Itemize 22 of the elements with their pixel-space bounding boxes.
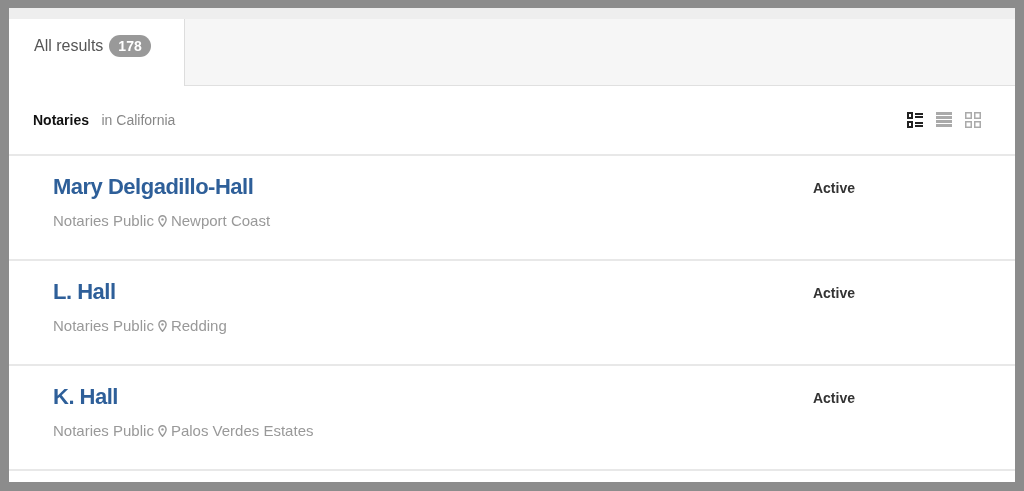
detail-view-icon[interactable] (906, 111, 924, 129)
location-pin-icon (157, 214, 167, 227)
category-text: Notaries Public (53, 212, 154, 229)
status-label: Active (812, 180, 855, 198)
result-name-link[interactable]: K. Hall (53, 384, 314, 410)
grid-view-icon[interactable] (964, 111, 982, 129)
result-name-link[interactable]: L. Hall (53, 279, 227, 305)
list-view-icon[interactable] (935, 111, 953, 129)
status-label: Active (812, 285, 855, 303)
location-text: Redding (170, 317, 227, 334)
location-label: in California (101, 112, 176, 128)
location-text: Newport Coast (170, 212, 271, 229)
count-badge: 178 (109, 34, 151, 57)
location-text: Palos Verdes Estates (170, 422, 314, 439)
category-text: Notaries Public (53, 317, 154, 334)
location-pin-icon (157, 319, 167, 332)
results-tab[interactable]: All results 178 (9, 19, 185, 86)
category-label: Notaries (33, 112, 90, 128)
category-text: Notaries Public (53, 422, 154, 439)
status-label: Active (812, 390, 855, 408)
result-name-link[interactable]: Mary Delgadillo-Hall (53, 174, 271, 200)
location-pin-icon (157, 424, 167, 437)
